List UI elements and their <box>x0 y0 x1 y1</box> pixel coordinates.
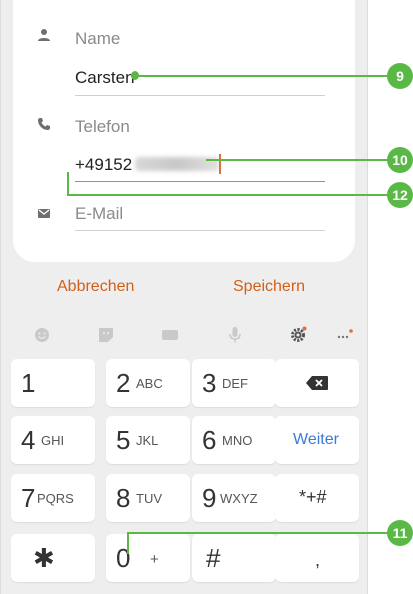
weiter-key[interactable]: Weiter <box>275 416 359 464</box>
name-input[interactable]: Carsten <box>75 68 135 88</box>
callout-badge-9: 9 <box>387 63 413 89</box>
callout-line-9 <box>131 75 389 77</box>
settings-icon[interactable] <box>289 326 307 344</box>
key-digit: 8 <box>116 483 131 513</box>
callout-vline-11 <box>127 532 129 554</box>
key-4[interactable]: 4 GHI <box>11 416 95 464</box>
callout-line-11 <box>127 532 388 534</box>
callout-dot-9 <box>131 71 139 80</box>
key-letters: GHI <box>41 433 65 448</box>
backspace-icon <box>306 376 328 390</box>
symbols-key[interactable]: *+# <box>275 474 359 522</box>
callout-badge-12: 12 <box>387 182 413 208</box>
key-9[interactable]: 9 WXYZ <box>192 474 276 522</box>
email-icon <box>38 209 50 218</box>
key-7[interactable]: 7 PQRS <box>11 474 95 522</box>
key-digit: 9 <box>202 483 217 513</box>
phone-underline <box>75 181 325 182</box>
callout-line-12 <box>67 194 388 196</box>
key-2[interactable]: 2 ABC <box>106 359 190 407</box>
backspace-key[interactable] <box>275 359 359 407</box>
key-3[interactable]: 3 DEF <box>192 359 276 407</box>
key-5[interactable]: 5 JKL <box>106 416 190 464</box>
callout-badge-10: 10 <box>387 147 413 173</box>
key-letters: ABC <box>136 376 163 391</box>
key-digit: 4 <box>21 425 36 455</box>
key-letters: MNO <box>222 433 253 448</box>
gif-icon[interactable] <box>161 326 179 344</box>
weiter-label: Weiter <box>293 431 339 448</box>
cancel-button[interactable]: Abbrechen <box>57 278 134 296</box>
phone-icon <box>38 118 50 130</box>
callout-vline-12 <box>67 172 69 196</box>
key-0[interactable]: 0 + <box>106 534 190 582</box>
callout-badge-11: 11 <box>387 520 413 546</box>
contact-form-card: Name Carsten Telefon +49152 E-Mail <box>13 0 355 262</box>
key-6[interactable]: 6 MNO <box>192 416 276 464</box>
key-digit: 6 <box>202 425 217 455</box>
comma-label: , <box>315 550 321 570</box>
key-digit: 1 <box>21 368 36 398</box>
email-label[interactable]: E-Mail <box>75 204 123 224</box>
callout-line-10 <box>206 159 388 161</box>
key-hash[interactable]: # <box>192 534 276 582</box>
emoji-icon[interactable] <box>33 326 51 344</box>
key-digit: 2 <box>116 368 131 398</box>
key-letters: + <box>150 551 159 568</box>
key-digit: 7 <box>21 483 36 513</box>
symbols-label: *+# <box>299 487 327 507</box>
sticker-icon[interactable] <box>97 326 115 344</box>
phone-screen: Name Carsten Telefon +49152 E-Mail Abbre… <box>0 0 368 594</box>
key-letters: JKL <box>136 433 159 448</box>
keyboard-toolbar <box>1 318 367 354</box>
name-underline <box>75 95 325 96</box>
key-digit: ✱ <box>33 543 55 573</box>
key-digit: 3 <box>202 368 217 398</box>
key-digit: 5 <box>116 425 131 455</box>
save-button[interactable]: Speichern <box>233 278 305 296</box>
phone-label: Telefon <box>75 117 130 136</box>
key-star[interactable]: ✱ <box>11 534 95 582</box>
key-digit: # <box>206 543 221 573</box>
microphone-icon[interactable] <box>226 326 244 344</box>
comma-key[interactable]: , <box>275 534 359 582</box>
key-8[interactable]: 8 TUV <box>106 474 190 522</box>
text-cursor <box>219 154 221 174</box>
key-letters: TUV <box>136 491 162 506</box>
key-letters: DEF <box>222 376 248 391</box>
name-label: Name <box>75 29 121 48</box>
phone-input[interactable]: +49152 <box>75 155 132 175</box>
person-icon <box>38 29 50 41</box>
more-icon[interactable] <box>336 326 354 344</box>
email-underline <box>75 230 325 231</box>
key-1[interactable]: 1 <box>11 359 95 407</box>
key-letters: PQRS <box>37 491 74 506</box>
key-letters: WXYZ <box>220 491 258 506</box>
